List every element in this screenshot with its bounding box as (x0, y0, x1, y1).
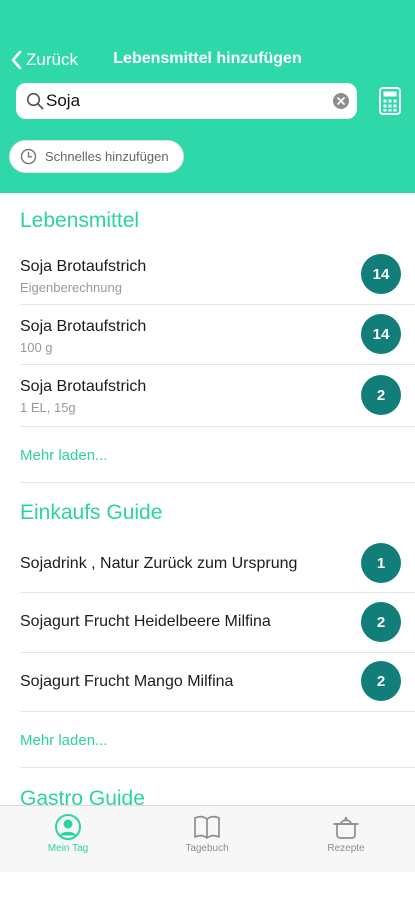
search-input[interactable] (46, 91, 316, 111)
points-badge: 2 (361, 661, 401, 701)
list-item[interactable]: Sojagurt Frucht Heidelbeere Milfina 2 (20, 593, 415, 653)
calculator-icon[interactable] (378, 87, 402, 115)
list-item[interactable]: Sojadrink , Natur Zurück zum Ursprung 1 (20, 534, 415, 593)
item-name: Sojagurt Frucht Mango Milfina (20, 673, 234, 690)
points-badge: 14 (361, 254, 401, 294)
quick-add-label: Schnelles hinzufügen (45, 149, 169, 164)
tab-label: Mein Tag (47, 843, 89, 854)
tab-rezepte[interactable]: Rezepte (306, 806, 386, 873)
item-detail: 100 g (20, 340, 53, 355)
book-icon (194, 815, 220, 839)
search-icon (26, 92, 44, 110)
clear-search-button[interactable] (333, 93, 349, 109)
item-detail: 1 EL, 15g (20, 400, 76, 415)
close-icon (337, 97, 345, 105)
item-detail: Eigenberechnung (20, 280, 122, 295)
clock-icon (20, 148, 37, 165)
tab-label: Tagebuch (185, 843, 229, 854)
list-item[interactable]: Sojagurt Frucht Mango Milfina 2 (20, 653, 415, 712)
page-title: Lebensmittel hinzufügen (113, 50, 302, 67)
tab-bar: Mein Tag Tagebuch Rezepte (0, 805, 415, 872)
section-title-einkaufs-guide: Einkaufs Guide (20, 501, 163, 524)
points-badge: 1 (361, 543, 401, 583)
points-badge: 14 (361, 314, 401, 354)
quick-add-button[interactable]: Schnelles hinzufügen (9, 140, 184, 173)
item-name: Sojadrink , Natur Zurück zum Ursprung (20, 555, 298, 572)
list-item[interactable]: Soja Brotaufstrich Eigenberechnung 14 (20, 244, 415, 305)
item-name: Soja Brotaufstrich (20, 258, 147, 275)
item-name: Soja Brotaufstrich (20, 378, 147, 395)
section-title-gastro-guide: Gastro Guide (20, 787, 145, 805)
list-item[interactable]: Soja Brotaufstrich 100 g 14 (20, 305, 415, 365)
divider (20, 482, 415, 483)
tab-mein-tag[interactable]: Mein Tag (28, 806, 108, 873)
tab-label: Rezepte (327, 843, 365, 854)
points-badge: 2 (361, 375, 401, 415)
section-title-lebensmittel: Lebensmittel (20, 209, 140, 232)
item-name: Soja Brotaufstrich (20, 318, 147, 335)
list-item[interactable]: Soja Brotaufstrich 1 EL, 15g 2 (20, 365, 415, 427)
load-more-einkaufs-guide[interactable]: Mehr laden... (20, 732, 108, 749)
item-name: Sojagurt Frucht Heidelbeere Milfina (20, 613, 271, 630)
user-circle-icon (55, 814, 81, 840)
header: Zurück Lebensmittel hinzufügen Schnelles… (0, 0, 415, 193)
divider (20, 767, 415, 768)
search-bar[interactable] (16, 83, 357, 119)
load-more-lebensmittel[interactable]: Mehr laden... (20, 447, 108, 464)
cooking-pot-icon (333, 817, 359, 839)
tab-tagebuch[interactable]: Tagebuch (167, 806, 247, 873)
results-list: Lebensmittel Soja Brotaufstrich Eigenber… (0, 193, 415, 805)
points-badge: 2 (361, 602, 401, 642)
